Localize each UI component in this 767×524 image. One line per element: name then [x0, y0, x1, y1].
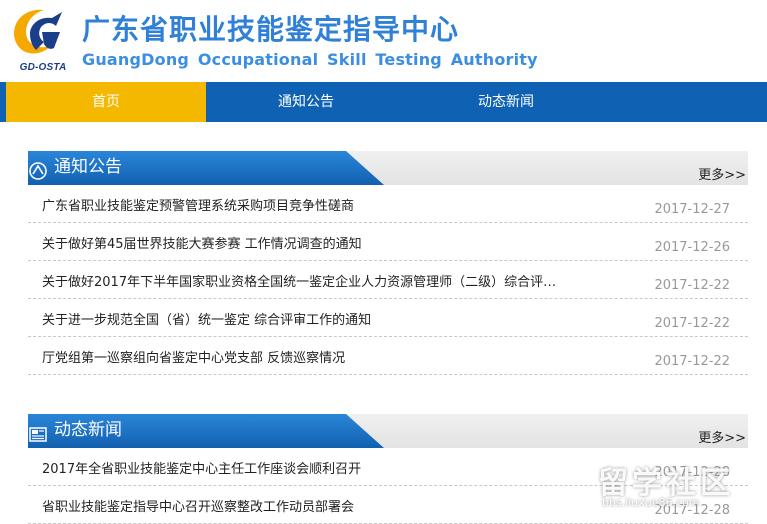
list-item[interactable]: 关于进一步规范全国（省）统一鉴定 综合评审工作的通知 2017-12-22 [28, 299, 748, 337]
list-item-date: 2017-12-28 [654, 465, 730, 480]
news-list: 2017年全省职业技能鉴定中心主任工作座谈会顺利召开 2017-12-28 省职… [28, 448, 748, 524]
logo[interactable]: GD-OSTA [6, 4, 68, 74]
notices-more-link[interactable]: 更多>> [698, 164, 746, 183]
newspaper-icon [28, 424, 48, 444]
main-nav: 首页 通知公告 动态新闻 [0, 82, 767, 122]
news-header: 动态新闻 更多>> [28, 414, 748, 448]
list-item-title[interactable]: 关于做好2017年下半年国家职业资格全国统一鉴定企业人力资源管理师（二级）综合评… [42, 271, 556, 290]
logo-emblem-icon [14, 9, 62, 54]
list-item[interactable]: 广东省职业技能鉴定预警管理系统采购项目竞争性磋商 2017-12-27 [28, 185, 748, 223]
notices-list: 广东省职业技能鉴定预警管理系统采购项目竞争性磋商 2017-12-27 关于做好… [28, 185, 748, 375]
list-item-date: 2017-12-26 [654, 240, 730, 255]
news-section: 动态新闻 更多>> 2017年全省职业技能鉴定中心主任工作座谈会顺利召开 201… [28, 414, 748, 524]
nav-item-home[interactable]: 首页 [6, 82, 206, 122]
notices-title: 通知公告 [54, 157, 122, 177]
site-subtitle: GuangDong Occupational Skill Testing Aut… [82, 50, 538, 69]
site-header: GD-OSTA 广东省职业技能鉴定指导中心 GuangDong Occupati… [0, 0, 767, 82]
list-item-title[interactable]: 2017年全省职业技能鉴定中心主任工作座谈会顺利召开 [42, 458, 361, 477]
list-item-date: 2017-12-22 [654, 316, 730, 331]
notice-icon [28, 161, 48, 181]
list-item-date: 2017-12-22 [654, 354, 730, 369]
list-item-date: 2017-12-22 [654, 278, 730, 293]
list-item[interactable]: 厅党组第一巡察组向省鉴定中心党支部 反馈巡察情况 2017-12-22 [28, 337, 748, 375]
news-title: 动态新闻 [54, 420, 122, 440]
list-item[interactable]: 关于做好2017年下半年国家职业资格全国统一鉴定企业人力资源管理师（二级）综合评… [28, 261, 748, 299]
list-item-title[interactable]: 关于进一步规范全国（省）统一鉴定 综合评审工作的通知 [42, 309, 371, 328]
notices-section: 通知公告 更多>> 广东省职业技能鉴定预警管理系统采购项目竞争性磋商 2017-… [28, 151, 748, 375]
list-item-title[interactable]: 省职业技能鉴定指导中心召开巡察整改工作动员部署会 [42, 496, 354, 515]
list-item-date: 2017-12-28 [654, 503, 730, 518]
list-item[interactable]: 2017年全省职业技能鉴定中心主任工作座谈会顺利召开 2017-12-28 [28, 448, 748, 486]
notices-header: 通知公告 更多>> [28, 151, 748, 185]
list-item-title[interactable]: 广东省职业技能鉴定预警管理系统采购项目竞争性磋商 [42, 195, 354, 214]
list-item[interactable]: 省职业技能鉴定指导中心召开巡察整改工作动员部署会 2017-12-28 [28, 486, 748, 524]
list-item-title[interactable]: 厅党组第一巡察组向省鉴定中心党支部 反馈巡察情况 [42, 347, 345, 366]
list-item[interactable]: 关于做好第45届世界技能大赛参赛 工作情况调查的通知 2017-12-26 [28, 223, 748, 261]
list-item-title[interactable]: 关于做好第45届世界技能大赛参赛 工作情况调查的通知 [42, 233, 362, 252]
site-title: 广东省职业技能鉴定指导中心 [82, 13, 460, 46]
news-more-link[interactable]: 更多>> [698, 427, 746, 446]
list-item-date: 2017-12-27 [654, 202, 730, 217]
logo-text: GD-OSTA [19, 62, 67, 73]
nav-item-news[interactable]: 动态新闻 [406, 82, 606, 122]
nav-item-notices[interactable]: 通知公告 [206, 82, 406, 122]
